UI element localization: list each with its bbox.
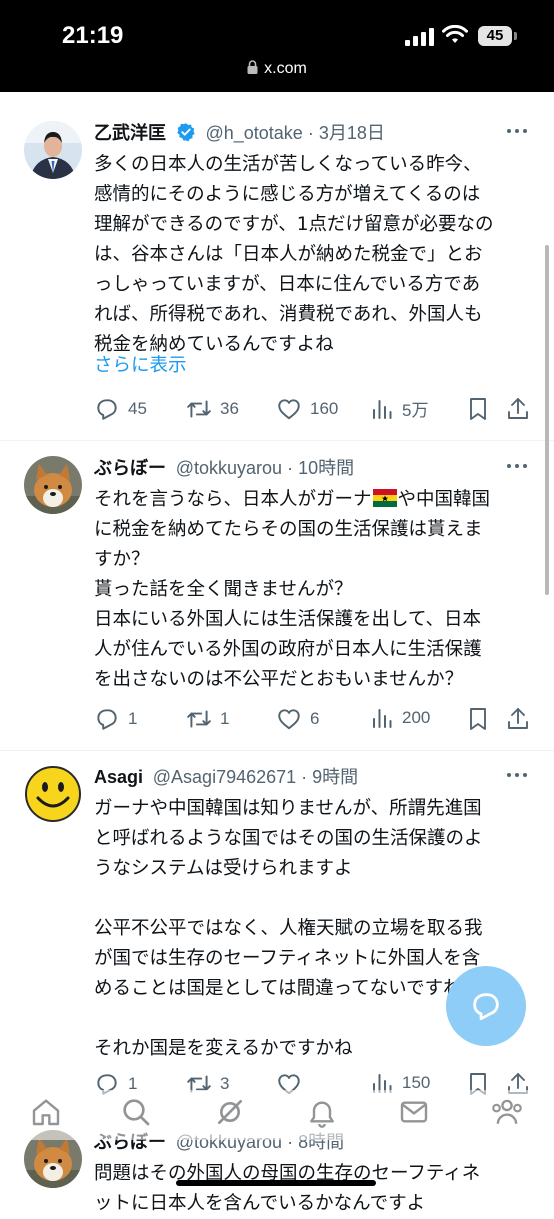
like-icon	[278, 709, 300, 730]
reply-icon	[97, 399, 117, 420]
retweet-icon	[187, 710, 211, 728]
views-button[interactable]: 200	[370, 706, 430, 730]
display-name[interactable]: 乙武洋匡	[94, 123, 166, 143]
search-icon[interactable]	[120, 1096, 152, 1128]
wifi-icon	[442, 25, 468, 43]
retweet-count: 1	[220, 709, 230, 728]
compose-icon	[473, 993, 499, 1021]
more-icon[interactable]	[506, 127, 528, 135]
url-text: x.com	[264, 60, 307, 77]
tweet-actions: 45 36 160 5万	[94, 396, 534, 424]
avatar[interactable]	[24, 765, 82, 823]
scrollbar[interactable]	[545, 245, 549, 595]
bottom-nav	[0, 1090, 554, 1140]
handle[interactable]: @tokkuyarou	[176, 458, 282, 478]
like-count: 6	[310, 709, 320, 728]
retweet-count: 36	[220, 399, 239, 418]
share-icon[interactable]	[506, 396, 530, 422]
like-button[interactable]: 6	[276, 706, 319, 732]
views-icon	[373, 709, 392, 728]
url-bar[interactable]: x.com	[0, 60, 554, 78]
more-icon[interactable]	[506, 462, 528, 470]
show-more-link[interactable]: さらに表示	[94, 351, 187, 377]
timestamp[interactable]: 3月18日	[319, 123, 385, 143]
home-indicator	[176, 1180, 376, 1186]
separator-dot: ·	[296, 767, 313, 787]
grok-icon[interactable]	[214, 1096, 246, 1128]
retweet-button[interactable]: 1	[186, 706, 229, 732]
tweet-text: 問題はその外国人の母国の生存のセーフティネ ットに日本人を含んでいるかなんですよ	[94, 1163, 481, 1214]
divider	[0, 440, 554, 441]
signal-icon	[405, 28, 434, 46]
tweet-text: 多くの日本人の生活が苦しくなっている昨今、 感情的にそのように感じる方が増えてく…	[94, 154, 494, 355]
retweet-icon	[187, 400, 211, 418]
share-icon[interactable]	[506, 706, 530, 732]
tweet-header: ぶらぼー @tokkuyarou · 10時間	[94, 456, 354, 481]
views-icon	[373, 399, 392, 419]
separator-dot: ·	[282, 458, 299, 478]
avatar[interactable]	[24, 121, 82, 179]
views-count: 200	[402, 708, 431, 727]
status-time: 21:19	[62, 22, 124, 49]
handle[interactable]: @h_ototake	[205, 123, 302, 143]
display-name[interactable]: Asagi	[94, 767, 143, 787]
tweet-text-after-flag: や中国韓国 に税金を納めてたらその国の生活保護は貰えま すか？ 貰った話を全く聞…	[94, 489, 491, 690]
battery-indicator: 45	[478, 26, 512, 46]
ghana-flag-icon	[372, 489, 397, 507]
compose-button[interactable]	[446, 966, 526, 1046]
lock-icon	[247, 60, 258, 74]
timestamp[interactable]: 9時間	[312, 767, 358, 787]
timestamp[interactable]: 10時間	[298, 458, 354, 478]
tweet-header: Asagi @Asagi79462671 · 9時間	[94, 765, 358, 790]
avatar[interactable]	[24, 456, 82, 514]
reply-icon	[97, 709, 117, 730]
views-count: 5万	[402, 401, 429, 420]
like-icon	[278, 399, 300, 420]
display-name[interactable]: ぶらぼー	[94, 458, 166, 478]
status-bar: 21:19 45 x.com	[0, 0, 554, 92]
retweet-button[interactable]: 36	[186, 396, 239, 422]
verified-badge-icon	[176, 123, 195, 142]
reply-button[interactable]: 1	[94, 706, 137, 732]
tweet-text: それを言うなら、日本人がガーナ や中国韓国 に税金を納めてたらその国の生活保護は貰…	[94, 485, 534, 695]
tweet-text-before-flag: それを言うなら、日本人がガーナ	[94, 489, 372, 510]
tweet-header: 乙武洋匡 @h_ototake · 3月18日	[94, 121, 385, 146]
like-count: 160	[310, 399, 339, 418]
communities-icon[interactable]	[490, 1096, 524, 1128]
bookmark-icon[interactable]	[466, 396, 490, 422]
notifications-icon[interactable]	[306, 1096, 338, 1128]
reply-button[interactable]: 45	[94, 396, 147, 422]
more-icon[interactable]	[506, 771, 528, 779]
views-button[interactable]: 5万	[370, 396, 428, 421]
reply-count: 45	[128, 399, 147, 418]
battery-tip	[514, 32, 517, 40]
divider	[0, 750, 554, 751]
handle[interactable]: @Asagi79462671	[153, 767, 296, 787]
messages-icon[interactable]	[398, 1096, 430, 1128]
separator-dot: ·	[302, 123, 319, 143]
bookmark-icon[interactable]	[466, 706, 490, 732]
like-button[interactable]: 160	[276, 396, 338, 422]
home-icon[interactable]	[30, 1096, 62, 1128]
tweet-actions: 1 1 6 200	[94, 706, 534, 734]
reply-count: 1	[128, 709, 138, 728]
